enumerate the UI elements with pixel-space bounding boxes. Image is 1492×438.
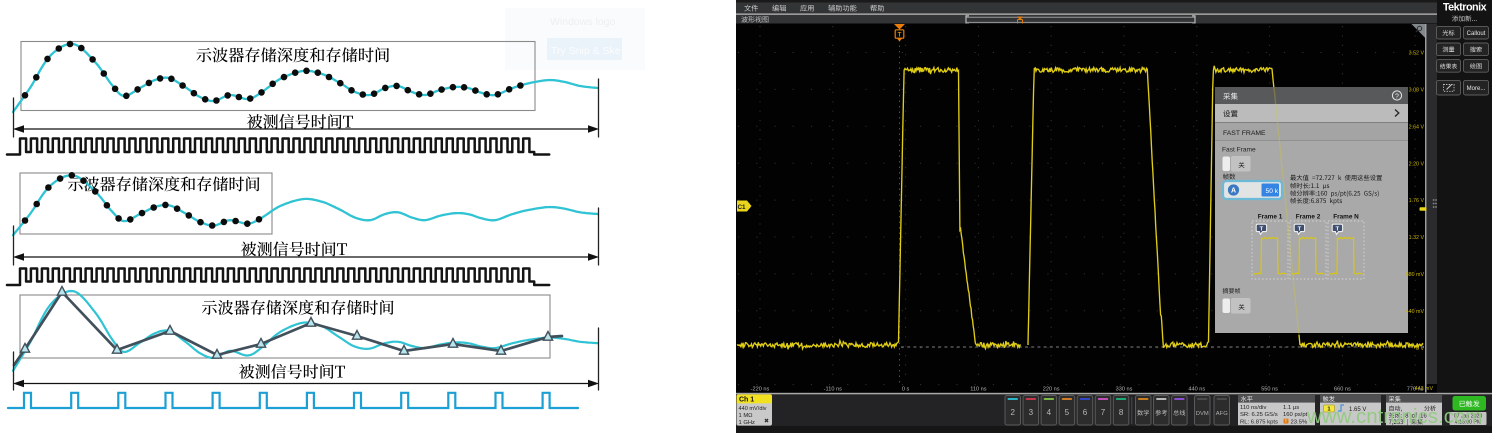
svg-text:T: T: [898, 32, 902, 39]
svg-text:2: 2: [1011, 408, 1016, 417]
svg-text:6: 6: [1083, 408, 1088, 417]
svg-text:23.5%: 23.5%: [1291, 419, 1308, 425]
svg-text:AFG: AFG: [1216, 411, 1228, 417]
svg-text:440 mV: 440 mV: [1406, 309, 1425, 315]
svg-text:DVM: DVM: [1196, 411, 1209, 417]
svg-text:8: 8: [1119, 408, 1124, 417]
svg-text:T: T: [1298, 227, 1302, 233]
svg-text:FAST FRAME: FAST FRAME: [1223, 130, 1266, 137]
svg-text:Frame 1: Frame 1: [1258, 214, 1283, 221]
svg-text:2.20 V: 2.20 V: [1409, 161, 1425, 167]
svg-text:1.1 μs: 1.1 μs: [1283, 405, 1299, 411]
svg-text:550 ns: 550 ns: [1261, 387, 1278, 393]
svg-text:C1: C1: [737, 204, 746, 211]
svg-text:3.08 V: 3.08 V: [1409, 88, 1425, 94]
svg-text:160 ps/pt: 160 ps/pt: [1283, 412, 1308, 418]
svg-text:7: 7: [1101, 408, 1106, 417]
svg-text:50 k: 50 k: [1266, 188, 1279, 195]
svg-text:1 GHz: 1 GHz: [739, 420, 756, 426]
svg-text:T: T: [1336, 227, 1340, 233]
svg-text:110 ns: 110 ns: [970, 387, 987, 393]
svg-text:3: 3: [1029, 408, 1034, 417]
svg-text:880 mV: 880 mV: [1406, 272, 1425, 278]
svg-text:1.32 V: 1.32 V: [1409, 235, 1425, 241]
svg-text:Fast Frame: Fast Frame: [1222, 147, 1256, 154]
svg-text:440 mV/div: 440 mV/div: [739, 406, 767, 412]
svg-text:440 ns: 440 ns: [1188, 387, 1205, 393]
svg-text:A: A: [1231, 188, 1236, 195]
svg-text:-220 ns: -220 ns: [751, 387, 770, 393]
svg-text:SR: 6.25 GS/s: SR: 6.25 GS/s: [1240, 412, 1278, 418]
svg-text:T: T: [1260, 227, 1264, 233]
svg-text:RL: 6.875 kpts: RL: 6.875 kpts: [1240, 419, 1278, 425]
svg-text:Frame 2: Frame 2: [1296, 214, 1321, 221]
svg-text:1 MΩ: 1 MΩ: [739, 413, 754, 419]
svg-text:3.52 V: 3.52 V: [1409, 51, 1425, 57]
svg-text:-110 ns: -110 ns: [824, 387, 842, 393]
svg-text:330 ns: 330 ns: [1116, 387, 1133, 393]
svg-text:More...: More...: [1467, 86, 1486, 92]
svg-text:0 V: 0 V: [1416, 346, 1424, 352]
svg-text:5: 5: [1065, 408, 1070, 417]
svg-text:Tektronix: Tektronix: [1443, 2, 1487, 14]
svg-text:660 ns: 660 ns: [1334, 387, 1351, 393]
svg-text:www.cntronics.com: www.cntronics.com: [1306, 405, 1482, 428]
svg-text:Ch 1: Ch 1: [739, 397, 754, 404]
svg-text:Frame N: Frame N: [1333, 214, 1359, 221]
svg-text:110 ns/div: 110 ns/div: [1240, 405, 1266, 411]
svg-text:4: 4: [1047, 408, 1052, 417]
svg-text:Try Snip & Ske: Try Snip & Ske: [551, 45, 621, 57]
svg-text:0 s: 0 s: [902, 387, 910, 393]
svg-text:2.64 V: 2.64 V: [1409, 124, 1425, 130]
svg-text:220 ns: 220 ns: [1043, 387, 1060, 393]
svg-text:!: !: [1285, 419, 1286, 425]
svg-text:?: ?: [1395, 93, 1399, 100]
svg-text:Callout: Callout: [1467, 31, 1486, 37]
svg-text:1.76 V: 1.76 V: [1409, 198, 1425, 204]
svg-text:Windows logo: Windows logo: [550, 16, 616, 28]
svg-text:-443 mV: -443 mV: [1413, 386, 1433, 392]
